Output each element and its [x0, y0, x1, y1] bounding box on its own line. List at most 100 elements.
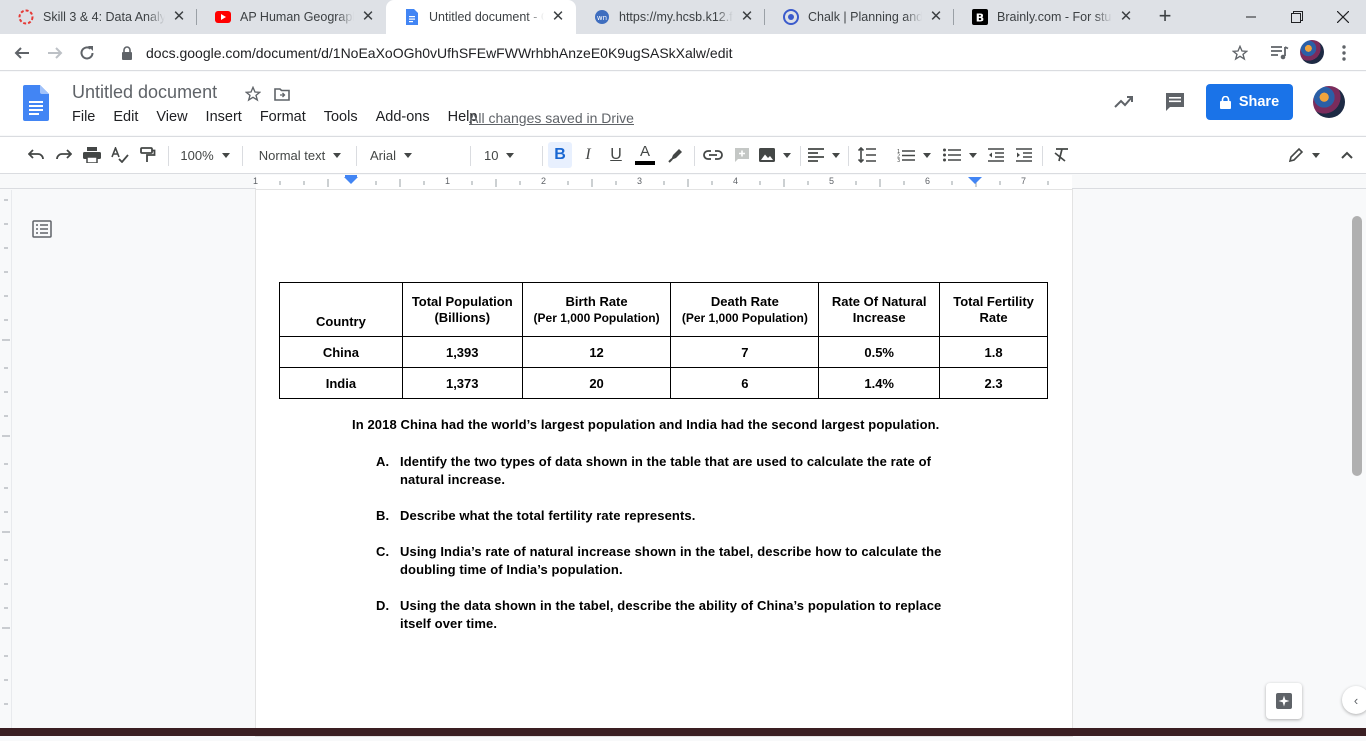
docs-logo-icon[interactable] — [23, 85, 49, 121]
clear-formatting-icon[interactable] — [1050, 142, 1074, 168]
restore-icon[interactable] — [1274, 0, 1320, 34]
header-main: Country — [315, 314, 366, 329]
menu-view[interactable]: View — [147, 109, 196, 125]
paragraph-style-select[interactable]: Normal text — [252, 142, 348, 168]
italic-button[interactable]: I — [576, 142, 600, 168]
text-color-button[interactable]: A — [632, 142, 658, 168]
zoom-select[interactable]: 100% — [176, 142, 234, 168]
lock-icon — [122, 45, 132, 60]
share-button[interactable]: Share — [1206, 84, 1293, 120]
collapse-menus-icon[interactable] — [1336, 142, 1358, 168]
table-cell: 1,373 — [401, 367, 523, 399]
activity-trend-icon[interactable] — [1114, 92, 1134, 112]
side-panel-toggle-icon[interactable]: ‹ — [1342, 686, 1366, 714]
close-tab-icon[interactable]: ✕ — [1118, 9, 1134, 25]
editing-mode-icon[interactable] — [1284, 142, 1324, 168]
close-window-icon[interactable] — [1320, 0, 1366, 34]
address-bar[interactable]: docs.google.com/document/d/1NoEaXoOGh0vU… — [110, 38, 1260, 67]
redo-icon[interactable] — [52, 142, 76, 168]
profile-avatar[interactable] — [1300, 40, 1324, 64]
close-tab-icon[interactable]: ✕ — [550, 9, 566, 25]
docs-header: Untitled document File Edit View Insert … — [0, 72, 1366, 135]
browser-tab-active[interactable]: Untitled document - Google Docs ✕ — [386, 0, 576, 34]
header-sub: (Per 1,000 Population) — [681, 310, 808, 325]
menu-bar: File Edit View Insert Format Tools Add-o… — [63, 109, 486, 125]
bookmark-star-icon[interactable] — [1227, 40, 1253, 66]
link-icon[interactable] — [700, 142, 726, 168]
ruler-ticks — [279, 175, 1049, 187]
question-text: Using the data shown in the tabel, descr… — [400, 598, 942, 631]
insert-image-icon[interactable] — [758, 142, 792, 168]
table-header-cell: Birth Rate (Per 1,000 Population) — [521, 282, 672, 337]
paint-format-icon[interactable] — [136, 142, 160, 168]
move-folder-icon[interactable] — [272, 84, 292, 104]
numbered-list-icon[interactable]: 123 — [894, 142, 934, 168]
question-letter: D. — [376, 598, 390, 613]
svg-text:B: B — [976, 12, 984, 25]
table-cell: 1.8 — [939, 336, 1048, 368]
minimize-icon[interactable] — [1228, 0, 1274, 34]
bulleted-list-icon[interactable] — [940, 142, 980, 168]
header-main: Death Rate — [710, 293, 779, 309]
menu-addons[interactable]: Add-ons — [367, 109, 439, 125]
line-spacing-icon[interactable] — [854, 142, 880, 168]
menu-edit[interactable]: Edit — [104, 109, 147, 125]
undo-icon[interactable] — [24, 142, 48, 168]
chalk-icon — [783, 9, 799, 25]
document-title[interactable]: Untitled document — [72, 82, 217, 103]
font-family-select[interactable]: Arial — [366, 142, 462, 168]
menu-insert[interactable]: Insert — [197, 109, 251, 125]
browser-tab[interactable]: AP Human Geography: ✕ — [197, 0, 386, 34]
forward-arrow-icon[interactable] — [42, 40, 68, 66]
save-status[interactable]: All changes saved in Drive — [469, 110, 634, 126]
table-cell: India — [279, 367, 403, 399]
document-page[interactable]: Country Total Population (Billions) Birth… — [256, 190, 1072, 736]
table-row: China 1,393 12 7 0.5% 1.8 — [279, 336, 1048, 368]
reload-icon[interactable] — [74, 40, 100, 66]
ruler-number: 3 — [637, 176, 643, 186]
bold-button[interactable]: B — [548, 142, 572, 168]
media-queue-icon[interactable] — [1267, 40, 1293, 66]
svg-text:wn: wn — [597, 14, 607, 22]
question-letter: B. — [376, 508, 390, 523]
align-left-icon[interactable] — [806, 142, 842, 168]
ruler-number: 2 — [541, 176, 547, 186]
table-cell: 6 — [670, 367, 820, 399]
add-comment-icon[interactable] — [730, 142, 754, 168]
spellcheck-icon[interactable] — [108, 142, 132, 168]
menu-format[interactable]: Format — [251, 109, 315, 125]
ruler-number: 1 — [445, 176, 451, 186]
header-main: Birth Rate — [565, 293, 628, 309]
share-label: Share — [1238, 94, 1280, 110]
close-tab-icon[interactable]: ✕ — [739, 9, 755, 25]
browser-menu-icon[interactable] — [1331, 40, 1357, 66]
document-outline-icon[interactable] — [32, 220, 52, 240]
account-avatar[interactable] — [1313, 86, 1345, 118]
browser-tab[interactable]: wn https://my.hcsb.k12.fl.us ✕ — [576, 0, 765, 34]
close-tab-icon[interactable]: ✕ — [171, 9, 187, 25]
menu-tools[interactable]: Tools — [315, 109, 367, 125]
back-arrow-icon[interactable] — [9, 40, 35, 66]
font-size-select[interactable]: 10 — [480, 142, 536, 168]
table-cell: 7 — [670, 336, 820, 368]
increase-indent-icon[interactable] — [1012, 142, 1036, 168]
browser-tab[interactable]: B Brainly.com - For students ✕ — [954, 0, 1144, 34]
header-main: Total Population — [411, 293, 513, 309]
browser-tab[interactable]: Chalk | Planning and Analytics ✕ — [765, 0, 954, 34]
close-tab-icon[interactable]: ✕ — [360, 9, 376, 25]
highlight-pen-icon[interactable] — [664, 142, 688, 168]
decrease-indent-icon[interactable] — [984, 142, 1008, 168]
explore-button[interactable] — [1266, 683, 1302, 719]
header-sub: Increase — [852, 309, 906, 325]
header-main: Total Fertility — [953, 293, 1034, 309]
comment-icon[interactable] — [1165, 92, 1185, 112]
new-tab-button[interactable]: + — [1153, 5, 1177, 29]
star-icon[interactable] — [243, 84, 263, 104]
browser-tab[interactable]: Skill 3 & 4: Data Analysis ✕ — [0, 0, 197, 34]
close-tab-icon[interactable]: ✕ — [928, 9, 944, 25]
print-icon[interactable] — [80, 142, 104, 168]
underline-button[interactable]: U — [604, 142, 628, 168]
ruler-number: 4 — [733, 176, 739, 186]
menu-file[interactable]: File — [63, 109, 104, 125]
vertical-scrollbar[interactable] — [1352, 216, 1362, 476]
